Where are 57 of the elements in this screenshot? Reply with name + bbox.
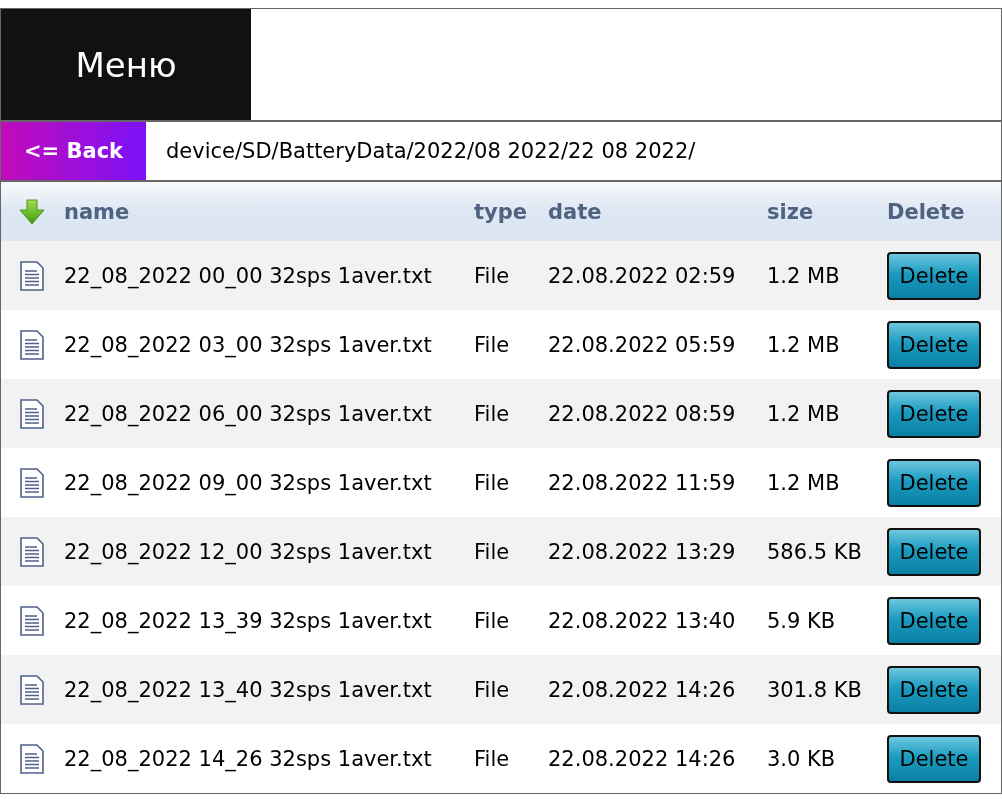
delete-button[interactable]: Delete <box>887 320 981 369</box>
document-icon <box>18 743 45 774</box>
down-arrow-icon <box>17 197 46 226</box>
column-header: Delete <box>887 199 965 224</box>
document-icon <box>18 674 45 705</box>
back-button[interactable]: <= Back <box>1 122 146 180</box>
table-cell: 22_08_2022 12_00 32sps 1aver.txt <box>64 539 432 564</box>
delete-button[interactable]: Delete <box>887 734 981 783</box>
column-header: size <box>767 199 814 224</box>
table-cell: 22_08_2022 13_39 32sps 1aver.txt <box>64 608 432 633</box>
column-header: name <box>64 199 130 224</box>
table-cell: 22_08_2022 00_00 32sps 1aver.txt <box>64 263 432 288</box>
column-header: date <box>548 199 602 224</box>
delete-button[interactable]: Delete <box>887 665 981 714</box>
delete-button[interactable]: Delete <box>887 596 981 645</box>
table-cell: File <box>474 746 510 771</box>
table-cell: 22.08.2022 08:59 <box>548 401 736 426</box>
table-cell: 22_08_2022 09_00 32sps 1aver.txt <box>64 470 432 495</box>
table-cell: 1.2 MB <box>767 332 840 357</box>
table-cell: 22.08.2022 02:59 <box>548 263 736 288</box>
table-cell: File <box>474 677 510 702</box>
path-text: device/SD/BatteryData/2022/08 2022/22 08 2022/ <box>165 138 696 165</box>
table-cell: File <box>474 608 510 633</box>
document-icon <box>18 398 45 429</box>
document-icon <box>18 605 45 636</box>
delete-button[interactable]: Delete <box>887 251 981 300</box>
document-icon <box>18 260 45 291</box>
table-cell: File <box>474 401 510 426</box>
table-cell: File <box>474 263 510 288</box>
table-cell: 22.08.2022 13:29 <box>548 539 736 564</box>
table-cell: File <box>474 332 510 357</box>
table-cell: 1.2 MB <box>767 401 840 426</box>
table-cell: 586.5 KB <box>767 539 862 564</box>
table-cell: 1.2 MB <box>767 470 840 495</box>
delete-button[interactable]: Delete <box>887 389 981 438</box>
table-cell: 22.08.2022 13:40 <box>548 608 736 633</box>
table-cell: 5.9 KB <box>767 608 836 633</box>
table-cell: 22_08_2022 14_26 32sps 1aver.txt <box>64 746 432 771</box>
table-cell: 22.08.2022 14:26 <box>548 677 736 702</box>
table-cell: 301.8 KB <box>767 677 862 702</box>
table-cell: 22_08_2022 06_00 32sps 1aver.txt <box>64 401 432 426</box>
document-icon <box>18 536 45 567</box>
table-cell: 3.0 KB <box>767 746 836 771</box>
table-cell: File <box>474 470 510 495</box>
table-cell: 22.08.2022 05:59 <box>548 332 736 357</box>
menu-button[interactable]: Меню <box>1 9 251 120</box>
delete-button[interactable]: Delete <box>887 527 981 576</box>
table-cell: 22_08_2022 13_40 32sps 1aver.txt <box>64 677 432 702</box>
table-cell: 22_08_2022 03_00 32sps 1aver.txt <box>64 332 432 357</box>
table-cell: 22.08.2022 11:59 <box>548 470 736 495</box>
document-icon <box>18 329 45 360</box>
table-cell: 1.2 MB <box>767 263 840 288</box>
column-header: type <box>474 199 527 224</box>
table-cell: 22.08.2022 14:26 <box>548 746 736 771</box>
document-icon <box>18 467 45 498</box>
delete-button[interactable]: Delete <box>887 458 981 507</box>
table-cell: File <box>474 539 510 564</box>
